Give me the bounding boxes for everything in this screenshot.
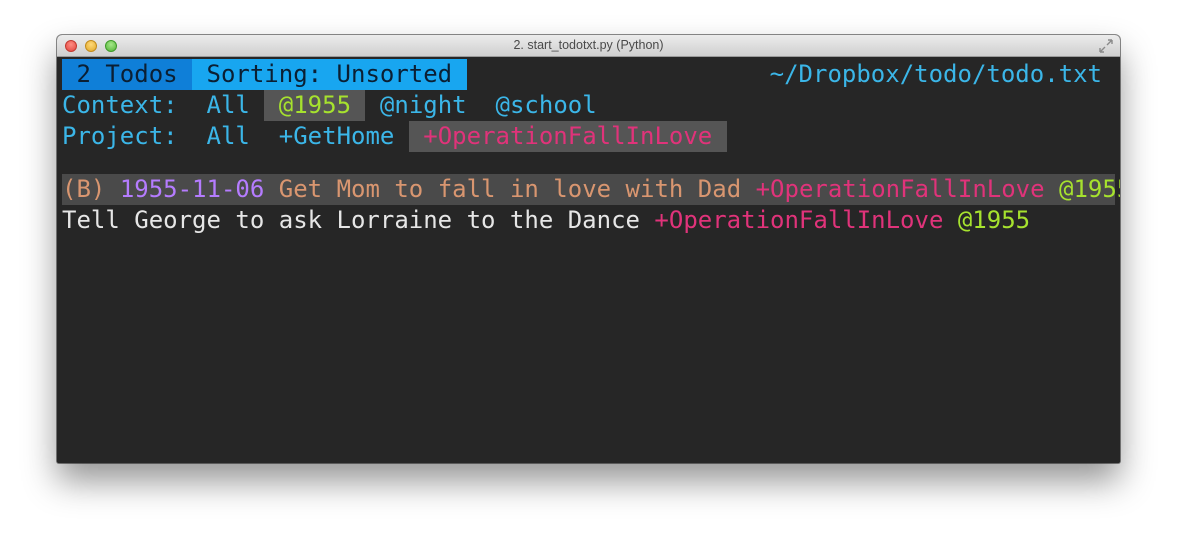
todo-item[interactable]: Tell George to ask Lorraine to the Dance… <box>62 205 1030 236</box>
project-filter-operationfallinlove[interactable]: +OperationFallInLove <box>408 121 727 152</box>
todo-date: 1955-11-06 <box>119 175 265 203</box>
sorting-badge[interactable]: Sorting: Unsorted <box>192 59 467 90</box>
terminal-screen[interactable]: 2 Todos Sorting: Unsorted ~/Dropbox/todo… <box>57 57 1120 463</box>
todo-text: Get Mom to fall in love with Dad <box>278 175 742 203</box>
todo-text: Tell George to ask Lorraine to the Dance <box>62 206 640 234</box>
context-filter-1955[interactable]: @1955 <box>264 90 366 121</box>
todo-count-badge: 2 Todos <box>62 59 193 90</box>
status-line: 2 Todos Sorting: Unsorted <box>62 59 467 90</box>
todo-project: +OperationFallInLove <box>755 175 1045 203</box>
todo-context: @1955 <box>1059 175 1120 203</box>
todo-context: @1955 <box>957 206 1031 234</box>
todo-project: +OperationFallInLove <box>654 206 944 234</box>
title-bar: 2. start_todotxt.py (Python) <box>57 35 1120 57</box>
context-filter-row: Context: All @1955 @night @school <box>62 90 597 121</box>
context-filter-night[interactable]: @night <box>380 90 467 121</box>
project-filter-gethome[interactable]: +GetHome <box>279 121 395 152</box>
file-path: ~/Dropbox/todo/todo.txt <box>769 60 1102 88</box>
project-filter-all[interactable]: All <box>207 121 250 152</box>
terminal-window: 2. start_todotxt.py (Python) 2 Todos Sor… <box>57 35 1120 463</box>
project-filter-row: Project: All +GetHome +OperationFallInLo… <box>62 121 727 152</box>
fullscreen-icon[interactable] <box>1099 39 1113 53</box>
window-title: 2. start_todotxt.py (Python) <box>513 38 664 52</box>
context-filter-school[interactable]: @school <box>496 90 597 121</box>
context-filter-all[interactable]: All <box>207 90 250 121</box>
todo-item[interactable]: (B) 1955-11-06 Get Mom to fall in love w… <box>62 174 1120 205</box>
todo-priority: (B) <box>62 175 106 203</box>
context-label: Context: <box>62 91 178 119</box>
project-label: Project: <box>62 122 178 150</box>
